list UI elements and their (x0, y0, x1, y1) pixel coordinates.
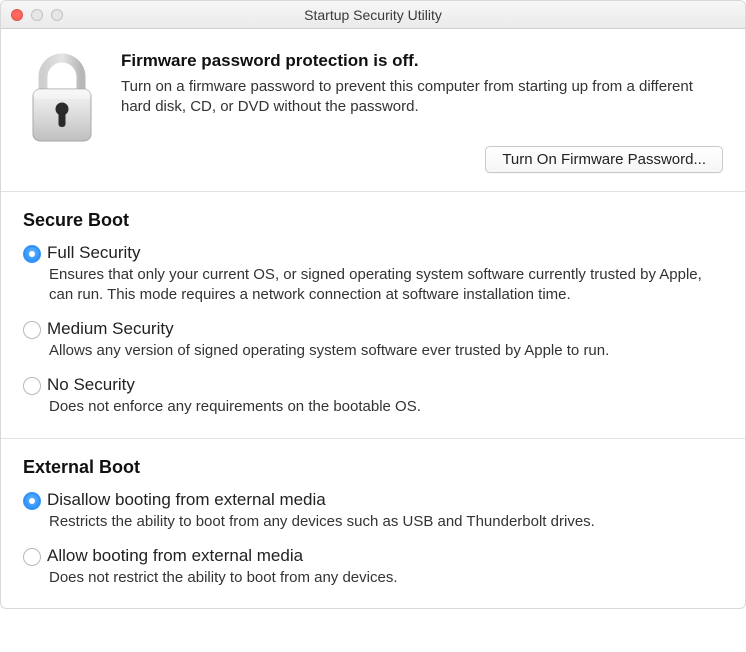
option-title: No Security (47, 375, 135, 395)
zoom-icon (51, 9, 63, 21)
option-title: Disallow booting from external media (47, 490, 326, 510)
external-boot-heading: External Boot (23, 457, 723, 478)
firmware-text: Firmware password protection is off. Tur… (121, 51, 723, 173)
radio-disallow-external[interactable] (23, 492, 41, 510)
turn-on-firmware-password-button[interactable]: Turn On Firmware Password... (485, 146, 723, 173)
option-allow-external[interactable]: Allow booting from external media (23, 546, 723, 566)
secure-boot-section: Secure Boot Full Security Ensures that o… (1, 192, 745, 438)
external-boot-section: External Boot Disallow booting from exte… (1, 439, 745, 609)
lock-icon (23, 51, 101, 173)
option-description: Ensures that only your current OS, or si… (49, 265, 723, 306)
radio-medium-security[interactable] (23, 321, 41, 339)
option-description: Does not restrict the ability to boot fr… (49, 568, 723, 588)
firmware-button-row: Turn On Firmware Password... (121, 146, 723, 173)
radio-full-security[interactable] (23, 245, 41, 263)
option-title: Full Security (47, 243, 141, 263)
firmware-section: Firmware password protection is off. Tur… (1, 29, 745, 191)
firmware-heading: Firmware password protection is off. (121, 51, 723, 71)
radio-no-security[interactable] (23, 377, 41, 395)
minimize-icon (31, 9, 43, 21)
option-full-security[interactable]: Full Security (23, 243, 723, 263)
option-title: Medium Security (47, 319, 174, 339)
window: Startup Security Utility (0, 0, 746, 609)
radio-allow-external[interactable] (23, 548, 41, 566)
window-title: Startup Security Utility (304, 7, 442, 23)
firmware-description: Turn on a firmware password to prevent t… (121, 77, 723, 118)
option-description: Does not enforce any requirements on the… (49, 397, 723, 417)
option-title: Allow booting from external media (47, 546, 303, 566)
option-description: Restricts the ability to boot from any d… (49, 512, 723, 532)
option-no-security[interactable]: No Security (23, 375, 723, 395)
titlebar: Startup Security Utility (1, 1, 745, 29)
secure-boot-heading: Secure Boot (23, 210, 723, 231)
traffic-lights (11, 9, 63, 21)
option-disallow-external[interactable]: Disallow booting from external media (23, 490, 723, 510)
option-medium-security[interactable]: Medium Security (23, 319, 723, 339)
close-icon[interactable] (11, 9, 23, 21)
option-description: Allows any version of signed operating s… (49, 341, 723, 361)
